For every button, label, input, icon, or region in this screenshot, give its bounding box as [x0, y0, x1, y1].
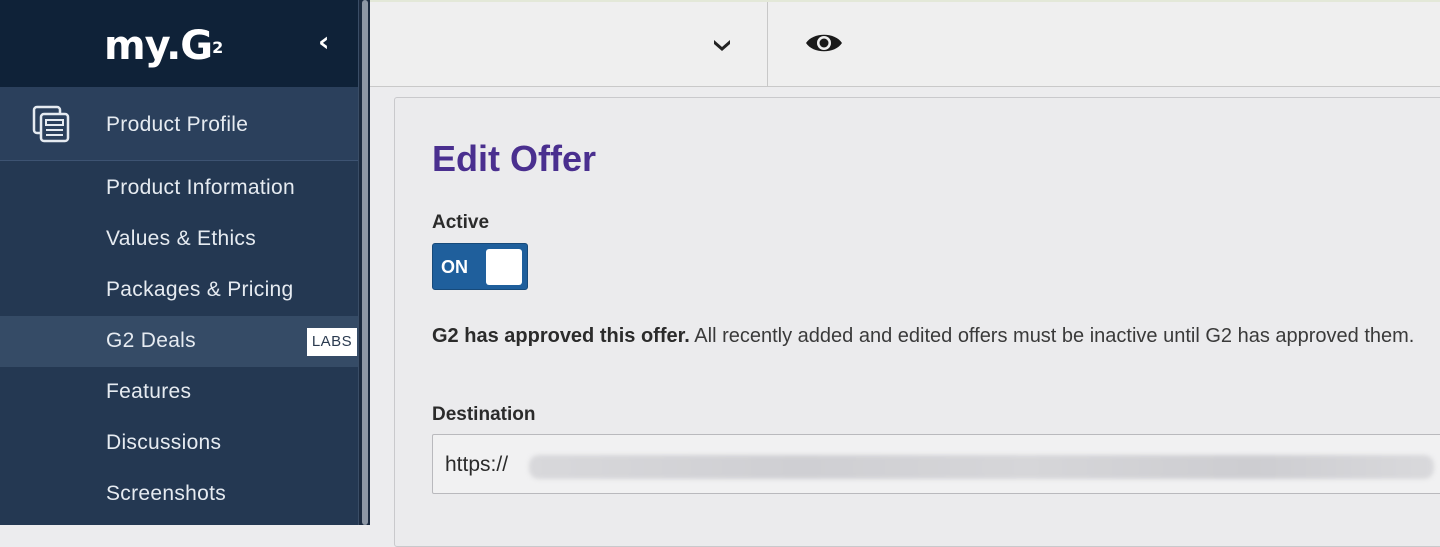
sidebar-item-g2-deals[interactable]: G2 Deals LABS [0, 316, 358, 367]
collapse-sidebar-icon[interactable]: ‹ [318, 28, 340, 56]
sidebar-item-values-ethics[interactable]: Values & Ethics [0, 214, 358, 265]
my-g2-logo[interactable]: my.G2 [104, 22, 223, 78]
logo-text: my.G [104, 23, 213, 69]
sidebar-item-label: Product Information [106, 176, 295, 199]
brand-header: my.G2 ‹ [0, 0, 358, 87]
url-prefix: https:// [445, 453, 509, 476]
sidebar-scrollbar[interactable] [358, 0, 370, 525]
sidebar-item-screenshots[interactable]: Screenshots [0, 469, 358, 520]
product-profile-icon [32, 105, 70, 143]
sidebar-item-features[interactable]: Features [0, 367, 358, 418]
main-content: Edit Offer Active ON G2 has approved thi… [370, 88, 1440, 547]
eye-icon[interactable] [804, 29, 844, 57]
sidebar: my.G2 ‹ Product Profile Product Informat… [0, 0, 370, 525]
chevron-down-icon [714, 40, 730, 51]
active-toggle[interactable]: ON [432, 243, 528, 290]
toggle-state-text: ON [441, 257, 468, 277]
sidebar-item-product-information[interactable]: Product Information [0, 163, 358, 214]
sidebar-item-discussions[interactable]: Discussions [0, 418, 358, 469]
approval-message: G2 has approved this offer. All recently… [432, 320, 1440, 352]
sidebar-item-label: Discussions [106, 431, 222, 454]
logo-superscript: 2 [212, 38, 223, 57]
product-dropdown[interactable] [370, 2, 768, 87]
page-title: Edit Offer [432, 138, 597, 179]
sidebar-item-label: G2 Deals [106, 329, 196, 352]
sidebar-item-packages-pricing[interactable]: Packages & Pricing [0, 265, 358, 316]
active-label: Active [432, 212, 490, 233]
toggle-knob [486, 249, 522, 285]
scrollbar-thumb[interactable] [362, 0, 368, 525]
sidebar-item-label: Screenshots [106, 482, 227, 505]
approval-text: All recently added and edited offers mus… [689, 325, 1415, 347]
sidebar-item-label: Features [106, 380, 192, 403]
sidebar-item-label: Values & Ethics [106, 227, 257, 250]
section-product-profile[interactable]: Product Profile [0, 87, 358, 161]
redacted-url [529, 455, 1434, 479]
labs-badge: LABS [307, 328, 357, 356]
section-label: Product Profile [106, 113, 249, 136]
destination-label: Destination [432, 404, 536, 425]
top-bar [370, 0, 1440, 87]
edit-offer-card: Edit Offer Active ON G2 has approved thi… [394, 97, 1440, 547]
sidebar-item-label: Packages & Pricing [106, 278, 294, 301]
approval-bold: G2 has approved this offer. [432, 325, 690, 347]
destination-url-input[interactable]: https:// [432, 434, 1440, 494]
